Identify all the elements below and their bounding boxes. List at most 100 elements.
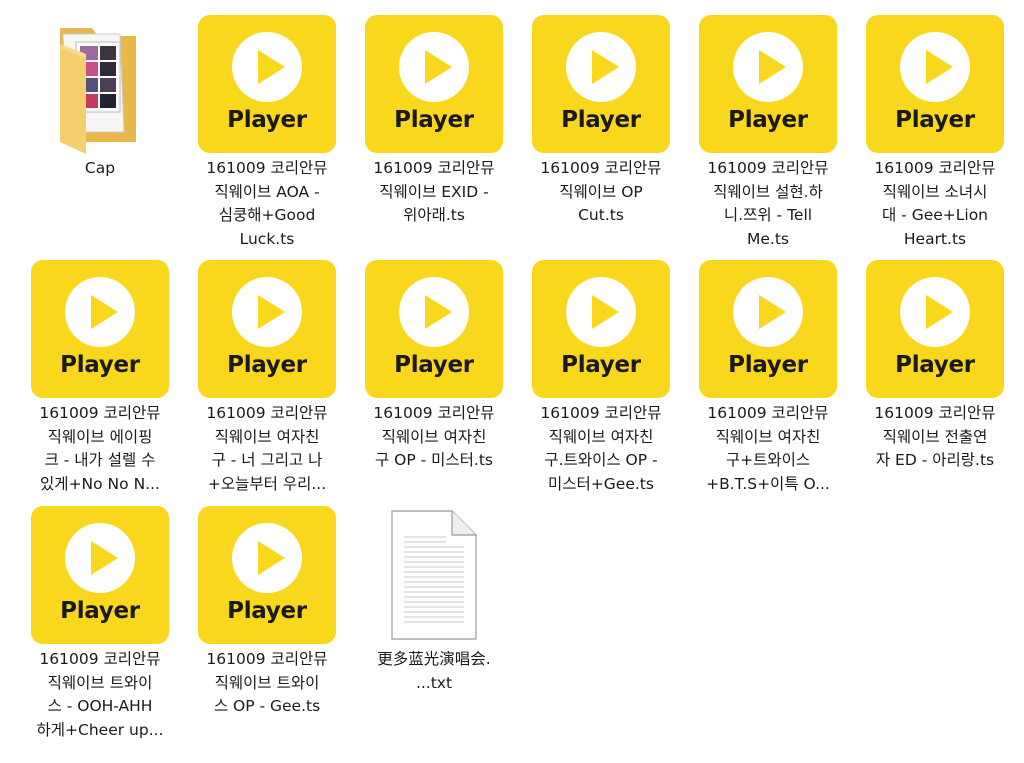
player-icon-wrapper: Player: [531, 14, 671, 154]
play-circle-icon: [232, 277, 302, 347]
player-icon-wrapper: Player: [197, 259, 337, 399]
folder-icon-wrapper: [30, 14, 170, 154]
file-grid: Cap Player 161009 코리안뮤 직웨이브 AOA - 심쿵해+Good Lu…: [0, 0, 1024, 763]
file-name-line: 직웨이브 전출연: [882, 427, 988, 446]
file-name-line: 161009 코리안뮤: [707, 404, 829, 422]
file-name-line: 구.트와이스 OP -: [544, 451, 658, 469]
file-name: 161009 코리안뮤직웨이브 설현.하니.쯔위 - Tell Me.ts: [688, 157, 848, 251]
file-name-line: 161009 코리안뮤: [206, 404, 328, 422]
file-name-line: +오늘부터 우리...: [207, 474, 327, 493]
file-name: 161009 코리안뮤 직웨이브 OP Cut.ts: [521, 157, 681, 228]
player-tile-label: Player: [394, 352, 474, 378]
video-file-item[interactable]: Player 161009 코리안뮤 직웨이브 트와이 스 - OOH-AHH 하게+C…: [20, 505, 180, 742]
play-circle-icon: [65, 277, 135, 347]
file-name-line: 구 - 너 그리고 나: [211, 451, 323, 469]
play-circle-icon: [900, 277, 970, 347]
file-name-line: 직웨이브 트와이: [47, 673, 153, 692]
text-document-icon-wrapper: [364, 505, 504, 645]
player-tile: Player: [699, 15, 837, 153]
player-tile: Player: [198, 506, 336, 644]
player-tile: Player: [532, 15, 670, 153]
file-name: 161009 코리안뮤 직웨이브 트와이 스 - OOH-AHH 하게+Cheer u…: [20, 648, 180, 742]
play-circle-icon: [65, 523, 135, 593]
file-name-line: +B.T.S+이특 O...: [706, 474, 830, 493]
file-name-line: 직웨이브 여자친: [548, 427, 654, 446]
play-circle-icon: [232, 32, 302, 102]
file-name-line: 스 - OOH-AHH: [47, 697, 153, 715]
file-name: 161009 코리안뮤 직웨이브 전출연 자 ED - 아리랑.ts: [855, 402, 1015, 473]
video-file-item[interactable]: Player 161009 코리안뮤 직웨이브 트와이 스 OP - Gee.ts: [187, 505, 347, 719]
file-name: 161009 코리안뮤 직웨이브 트와이 스 OP - Gee.ts: [187, 648, 347, 719]
file-name-line: 구 OP - 미스터.ts: [374, 451, 494, 469]
player-tile-label: Player: [227, 352, 307, 378]
player-tile-label: Player: [895, 352, 975, 378]
player-tile: Player: [31, 506, 169, 644]
player-tile-label: Player: [227, 107, 307, 133]
player-tile: Player: [31, 260, 169, 398]
text-file-item[interactable]: 更多蓝光演唱会. ...txt: [354, 505, 514, 695]
file-name-line: 직웨이브 에이핑: [47, 427, 153, 446]
file-name-line: 직웨이브 트와이: [214, 673, 320, 692]
video-file-item[interactable]: Player 161009 코리안뮤 직웨이브 전출연 자 ED - 아리랑.ts: [855, 259, 1015, 473]
play-circle-icon: [900, 32, 970, 102]
file-name: 161009 코리안뮤직웨이브 여자친구 - 너 그리고 나 +오늘부터 우리..…: [187, 402, 347, 496]
file-name-line: 구+트와이스: [725, 451, 811, 469]
video-file-item[interactable]: Player 161009 코리안뮤 직웨이브 여자친 구+트와이스 +B.T.S+이특…: [688, 259, 848, 496]
video-file-item[interactable]: Player 161009 코리안뮤 직웨이브 EXID - 위아래.ts: [354, 14, 514, 228]
file-name-line: 직웨이브 AOA -: [214, 182, 320, 201]
player-tile-label: Player: [394, 107, 474, 133]
player-tile-label: Player: [60, 598, 140, 624]
file-name-line: 스 OP - Gee.ts: [213, 697, 321, 715]
file-name-line: 직웨이브 EXID -: [379, 182, 489, 201]
video-file-item[interactable]: Player 161009 코리안뮤 직웨이브 OP Cut.ts: [521, 14, 681, 228]
file-name-line: 161009 코리안뮤: [206, 159, 328, 177]
file-name: Cap: [20, 157, 180, 181]
player-tile-label: Player: [728, 107, 808, 133]
play-circle-icon: [399, 32, 469, 102]
file-name-line: 161009 코리안뮤: [373, 404, 495, 422]
player-icon-wrapper: Player: [698, 259, 838, 399]
file-name-line: 대 - Gee+Lion: [881, 206, 989, 224]
play-circle-icon: [399, 277, 469, 347]
file-name-line: Me.ts: [747, 229, 789, 248]
player-tile-label: Player: [728, 352, 808, 378]
video-file-item[interactable]: Player 161009 코리안뮤직웨이브 설현.하니.쯔위 - Tell Me.…: [688, 14, 848, 251]
player-tile-label: Player: [895, 107, 975, 133]
file-name: 161009 코리안뮤 직웨이브 여자친 구.트와이스 OP - 미스터+Gee.ts: [521, 402, 681, 496]
video-file-item[interactable]: Player 161009 코리안뮤 직웨이브 여자친 구 OP - 미스터.ts: [354, 259, 514, 473]
play-circle-icon: [733, 277, 803, 347]
folder-item[interactable]: Cap: [20, 14, 180, 181]
player-tile: Player: [866, 15, 1004, 153]
file-name-line: 직웨이브 여자친: [214, 427, 320, 446]
file-name-line: Cap: [84, 159, 116, 177]
player-tile-label: Player: [227, 598, 307, 624]
file-name-line: Heart.ts: [903, 229, 967, 248]
video-file-item[interactable]: Player 161009 코리안뮤 직웨이브 AOA - 심쿵해+Good Luck.…: [187, 14, 347, 251]
player-icon-wrapper: Player: [698, 14, 838, 154]
file-name-line: 161009 코리안뮤: [707, 159, 829, 177]
player-tile: Player: [198, 15, 336, 153]
player-tile: Player: [365, 15, 503, 153]
play-circle-icon: [566, 277, 636, 347]
play-circle-icon: [232, 523, 302, 593]
file-name-line: 미스터+Gee.ts: [548, 474, 654, 493]
file-name-line: 161009 코리안뮤: [39, 404, 161, 422]
player-tile-label: Player: [561, 352, 641, 378]
file-name-line: 심쿵해+Good: [218, 206, 316, 224]
file-name-line: 161009 코리안뮤: [540, 159, 662, 177]
video-file-item[interactable]: Player 161009 코리안뮤 직웨이브 소녀시 대 - Gee+Lion Hea…: [855, 14, 1015, 251]
file-name-line: 니.쯔위 - Tell: [723, 206, 813, 224]
player-tile: Player: [365, 260, 503, 398]
file-name-line: 161009 코리안뮤: [874, 159, 996, 177]
file-name-line: 위아래.ts: [403, 206, 465, 224]
play-circle-icon: [566, 32, 636, 102]
player-icon-wrapper: Player: [364, 14, 504, 154]
file-name-line: 직웨이브 OP: [559, 182, 643, 201]
play-circle-icon: [733, 32, 803, 102]
video-file-item[interactable]: Player 161009 코리안뮤직웨이브 여자친구 - 너 그리고 나 +오늘부…: [187, 259, 347, 496]
file-name-line: ...txt: [415, 673, 453, 692]
file-name-line: 있게+No No N...: [40, 474, 160, 493]
file-name-line: 직웨이브 설현.하: [713, 182, 823, 201]
video-file-item[interactable]: Player 161009 코리안뮤 직웨이브 여자친 구.트와이스 OP - 미스터+…: [521, 259, 681, 496]
video-file-item[interactable]: Player 161009 코리안뮤 직웨이브 에이핑 크 - 내가 설렐 수 있게+N…: [20, 259, 180, 496]
